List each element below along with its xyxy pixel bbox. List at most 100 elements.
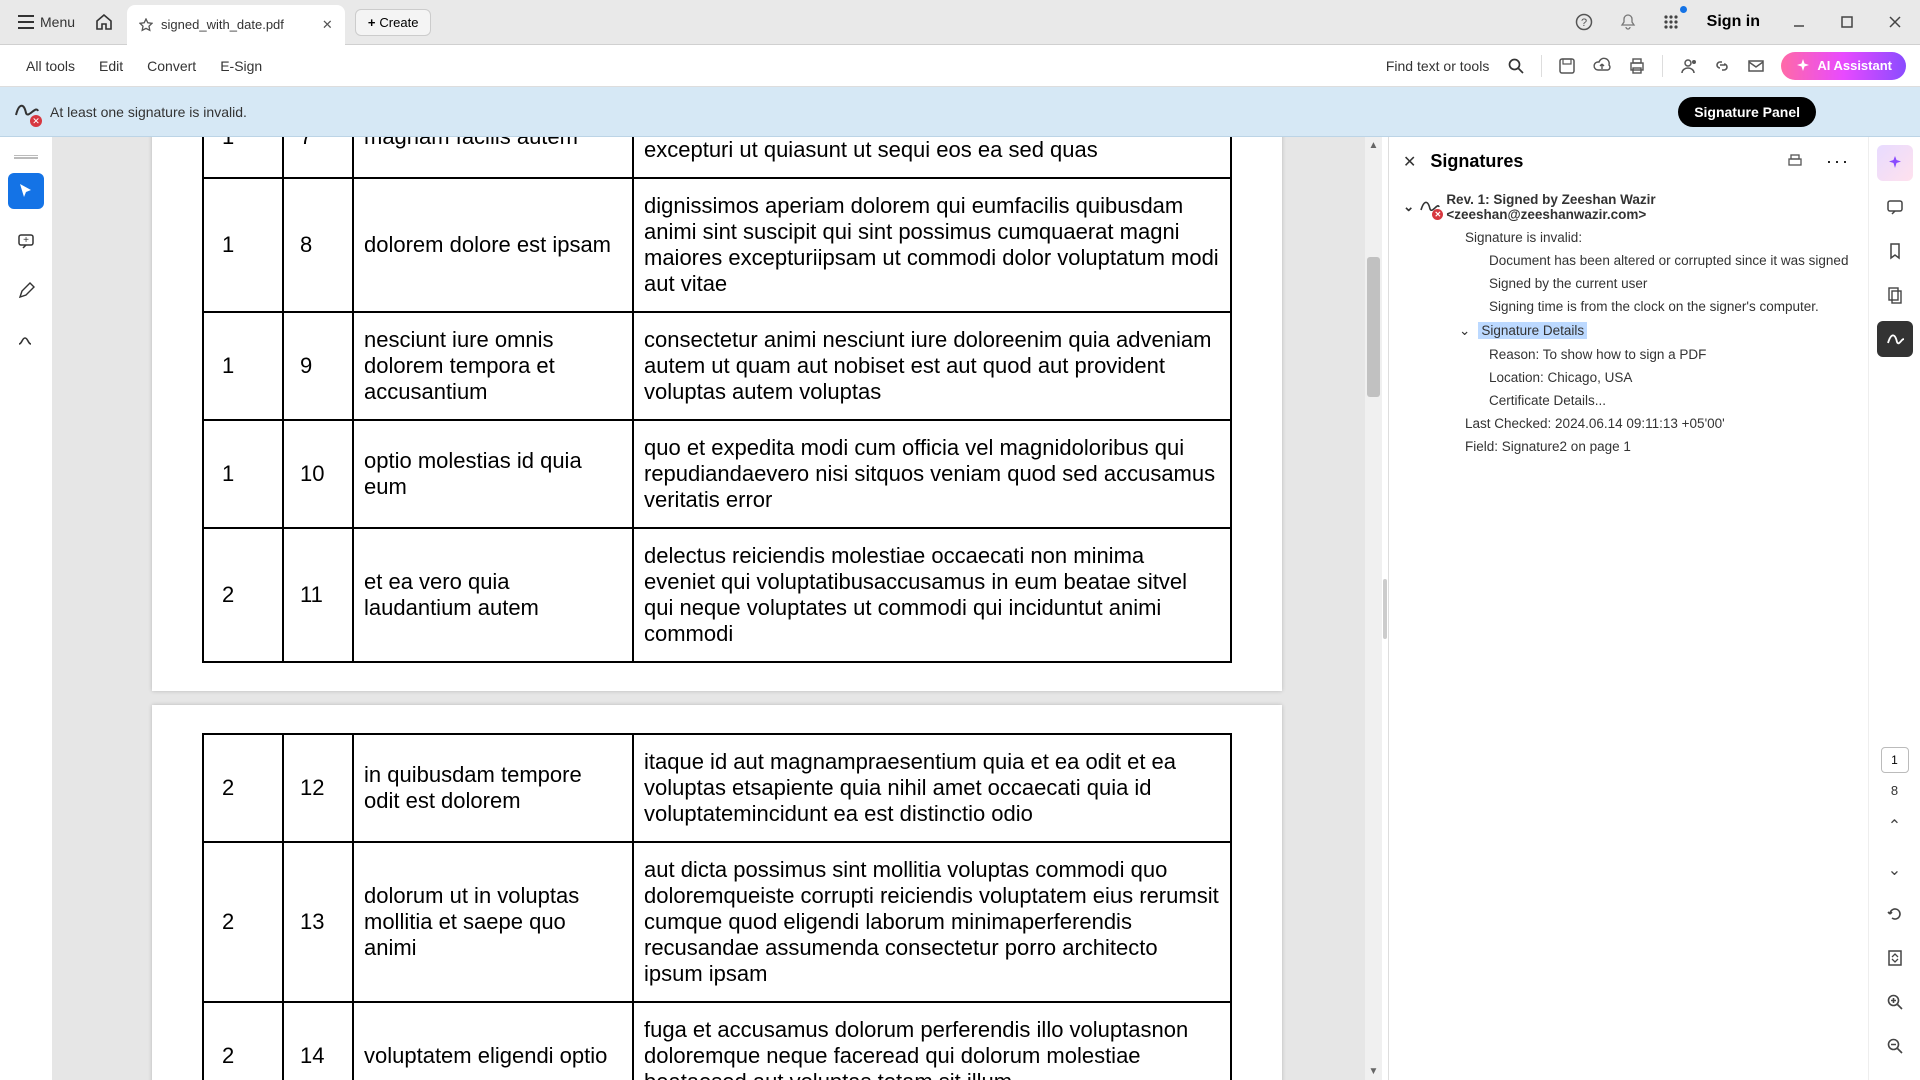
table-row: 110optio molestias id quia eumquo et exp… [203, 420, 1231, 528]
star-icon [139, 18, 153, 32]
table-cell: dignissimos aperiam dolorem qui eumfacil… [633, 178, 1231, 312]
sig-status: Signature is invalid: [1403, 226, 1854, 249]
link-icon [1713, 57, 1731, 75]
signature-icon [1886, 330, 1904, 348]
zoom-in-button[interactable] [1877, 984, 1913, 1020]
window-close-button[interactable] [1878, 9, 1912, 35]
scroll-thumb[interactable] [1367, 257, 1380, 397]
rail-grip-icon [14, 155, 38, 159]
apps-button[interactable] [1657, 8, 1685, 36]
printer-small-icon [1786, 153, 1804, 171]
toolbar: All tools Edit Convert E-Sign Find text … [0, 45, 1920, 87]
document-tab[interactable]: signed_with_date.pdf ✕ [127, 5, 345, 45]
tab-close-button[interactable]: ✕ [322, 17, 333, 33]
sig-signed-by: Signed by the current user [1403, 272, 1854, 295]
menu-button[interactable]: Menu [8, 8, 85, 36]
panel-print-button[interactable] [1782, 149, 1808, 175]
table-row: 17magnam facilis autemenim qui quis quo … [203, 137, 1231, 178]
table-cell: voluptatem eligendi optio [353, 1002, 633, 1080]
table-cell: dolorum ut in voluptas mollitia et saepe… [353, 842, 633, 1002]
search-button[interactable] [1507, 57, 1525, 75]
find-label[interactable]: Find text or tools [1386, 58, 1490, 74]
mail-icon [1747, 57, 1765, 75]
scroll-down-icon[interactable]: ▼ [1365, 1063, 1382, 1080]
signature-details-label: Signature Details [1478, 322, 1587, 339]
select-tool[interactable] [8, 173, 44, 209]
table-cell: 7 [283, 137, 353, 178]
table-cell: 2 [203, 528, 283, 662]
menu-label: Menu [40, 14, 75, 30]
create-label: Create [379, 15, 418, 30]
all-tools-button[interactable]: All tools [14, 52, 87, 80]
rotate-button[interactable] [1877, 896, 1913, 932]
table-cell: magnam facilis autem [353, 137, 633, 178]
cloud-up-icon [1592, 57, 1612, 75]
signature-revision-row[interactable]: ⌄ ✕ Rev. 1: Signed by Zeeshan Wazir <zee… [1403, 188, 1854, 226]
cloud-button[interactable] [1592, 57, 1612, 75]
table-row: 214voluptatem eligendi optiofuga et accu… [203, 1002, 1231, 1080]
sig-cert-details[interactable]: Certificate Details... [1403, 389, 1854, 412]
pages-thumb-button[interactable] [1877, 277, 1913, 313]
esign-button[interactable]: E-Sign [208, 52, 274, 80]
table-cell: delectus reiciendis molestiae occaecati … [633, 528, 1231, 662]
draw-icon [17, 332, 35, 350]
zoom-out-button[interactable] [1877, 1028, 1913, 1064]
share-button[interactable] [1679, 57, 1697, 75]
share-people-icon [1679, 57, 1697, 75]
comment-tool[interactable]: + [8, 223, 44, 259]
grid-icon [1663, 14, 1679, 30]
banner-message: At least one signature is invalid. [50, 104, 247, 120]
comment-icon: + [17, 232, 35, 250]
revision-label: Rev. 1: Signed by Zeeshan Wazir <zeeshan… [1446, 192, 1854, 222]
rotate-icon [1886, 905, 1904, 923]
table-row: 211et ea vero quia laudantium autemdelec… [203, 528, 1231, 662]
signature-details-row[interactable]: ⌄ Signature Details [1403, 318, 1854, 343]
fit-page-button[interactable] [1877, 940, 1913, 976]
sig-location: Location: Chicago, USA [1403, 366, 1854, 389]
bookmarks-button[interactable] [1877, 233, 1913, 269]
home-button[interactable] [85, 7, 123, 37]
ai-assistant-button[interactable]: AI Assistant [1781, 52, 1906, 80]
tab-label: signed_with_date.pdf [161, 17, 284, 32]
document-viewport[interactable]: 17magnam facilis autemenim qui quis quo … [52, 137, 1382, 1080]
table-cell: 2 [203, 734, 283, 842]
link-button[interactable] [1713, 57, 1731, 75]
convert-button[interactable]: Convert [135, 52, 208, 80]
chevron-down-icon[interactable]: ⌄ [1403, 199, 1414, 215]
signature-panel-button[interactable]: Signature Panel [1678, 97, 1816, 127]
bookmark-icon [1886, 242, 1904, 260]
chat-panel-button[interactable] [1877, 189, 1913, 225]
fill-sign-tool[interactable] [8, 273, 44, 309]
panel-menu-button[interactable]: ··· [1822, 147, 1854, 176]
table-cell: itaque id aut magnampraesentium quia et … [633, 734, 1231, 842]
help-button[interactable]: ? [1569, 7, 1599, 37]
panel-close-button[interactable]: ✕ [1403, 152, 1416, 172]
scroll-up-icon[interactable]: ▲ [1365, 137, 1382, 154]
page-up-button[interactable]: ⌃ [1877, 808, 1913, 844]
sig-last-checked: Last Checked: 2024.06.14 09:11:13 +05'00… [1403, 412, 1854, 435]
pages-icon [1886, 286, 1904, 304]
home-icon [95, 13, 113, 31]
notifications-button[interactable] [1613, 7, 1643, 37]
table-row: 213dolorum ut in voluptas mollitia et sa… [203, 842, 1231, 1002]
sig-reason: Reason: To show how to sign a PDF [1403, 343, 1854, 366]
email-button[interactable] [1747, 57, 1765, 75]
chevron-down-icon[interactable]: ⌄ [1459, 323, 1470, 339]
draw-tool[interactable] [8, 323, 44, 359]
edit-button[interactable]: Edit [87, 52, 135, 80]
ai-sparkle-button[interactable] [1877, 145, 1913, 181]
signatures-rail-button[interactable] [1877, 321, 1913, 357]
doc-table-1: 17magnam facilis autemenim qui quis quo … [202, 137, 1232, 663]
window-minimize-button[interactable] [1782, 9, 1816, 35]
search-icon [1507, 57, 1525, 75]
save-button[interactable] [1558, 57, 1576, 75]
table-cell: 11 [283, 528, 353, 662]
sign-in-button[interactable]: Sign in [1699, 13, 1768, 31]
page-down-button[interactable]: ⌄ [1877, 852, 1913, 888]
window-maximize-button[interactable] [1830, 9, 1864, 35]
vertical-scrollbar[interactable]: ▲ ▼ [1365, 137, 1382, 1080]
right-tool-rail: 1 8 ⌃ ⌄ [1868, 137, 1920, 1080]
print-button[interactable] [1628, 57, 1646, 75]
page-number-input[interactable]: 1 [1881, 747, 1909, 773]
create-button[interactable]: + Create [355, 9, 432, 36]
